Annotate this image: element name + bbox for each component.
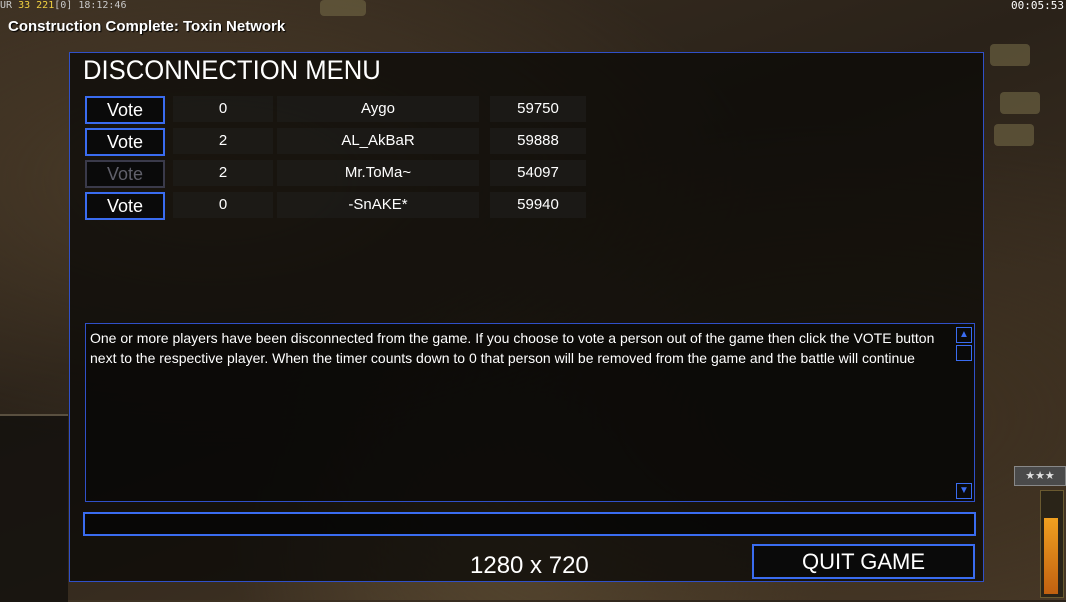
scrollbar-thumb[interactable]	[956, 345, 972, 361]
vote-count: 0	[173, 192, 273, 218]
vote-count: 0	[173, 96, 273, 122]
hud-clock: 18:12:46	[78, 0, 127, 11]
player-score: 59940	[490, 192, 586, 218]
quit-game-button[interactable]: QUIT GAME	[752, 544, 975, 579]
rank-stars: ★★★	[1014, 466, 1066, 486]
player-name: Mr.ToMa~	[277, 160, 479, 186]
player-name: -SnAKE*	[277, 192, 479, 218]
power-meter-fill	[1044, 517, 1058, 594]
player-name: AL_AkBaR	[277, 128, 479, 154]
game-timer: 00:05:53	[1011, 0, 1064, 12]
message-box[interactable]: One or more players have been disconnect…	[85, 323, 975, 502]
disconnect-message: One or more players have been disconnect…	[90, 330, 935, 366]
vote-button[interactable]: Vote	[85, 160, 165, 188]
player-score: 59888	[490, 128, 586, 154]
vote-button[interactable]: Vote	[85, 192, 165, 220]
vote-button[interactable]: Vote	[85, 128, 165, 156]
player-name: Aygo	[277, 96, 479, 122]
chat-input[interactable]	[83, 512, 976, 536]
player-score: 59750	[490, 96, 586, 122]
hud-value-a: 33	[18, 0, 31, 11]
terrain-unit	[994, 124, 1034, 146]
disconnection-dialog: DISCONNECTION MENU Vote 0 Aygo 59750 Vot…	[69, 52, 984, 582]
hud-status-line: UR 33 221[0] 18:12:46	[0, 0, 126, 12]
construction-notice: Construction Complete: Toxin Network	[8, 18, 286, 35]
vote-button[interactable]: Vote	[85, 96, 165, 124]
hud-value-c: [0]	[54, 0, 73, 11]
vote-count: 2	[173, 160, 273, 186]
dialog-title: DISCONNECTION MENU	[83, 55, 381, 85]
terrain-unit	[320, 0, 366, 16]
vote-count: 2	[173, 128, 273, 154]
resolution-label: 1280 x 720	[470, 552, 589, 579]
sidebar-frame	[0, 414, 68, 602]
triangle-down-icon[interactable]: ▼	[956, 483, 972, 499]
triangle-up-icon[interactable]: ▲	[956, 327, 972, 343]
player-score: 54097	[490, 160, 586, 186]
hud-value-b: 221	[36, 0, 55, 11]
power-meter	[1040, 490, 1064, 598]
terrain-unit	[990, 44, 1030, 66]
terrain-unit	[1000, 92, 1040, 114]
hud-prefix: UR	[0, 0, 13, 11]
